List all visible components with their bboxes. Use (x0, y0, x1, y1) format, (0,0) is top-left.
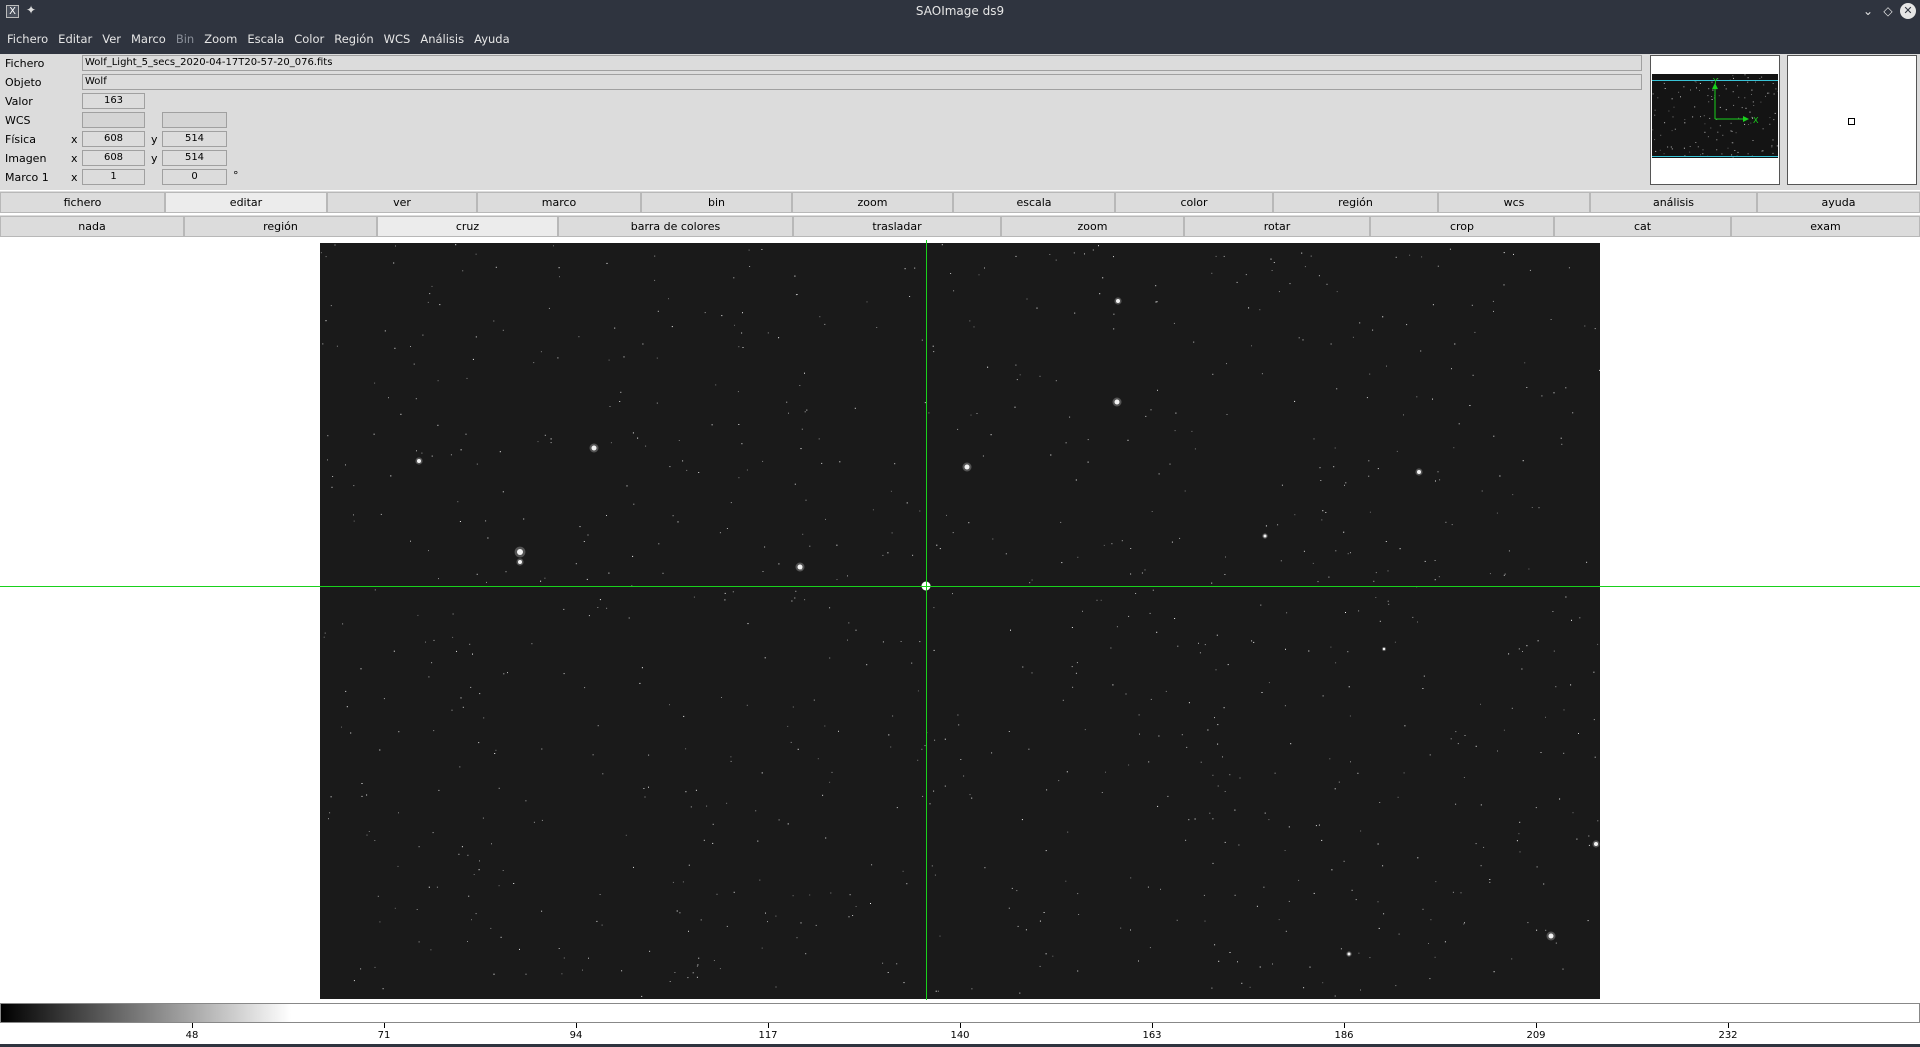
imagen-x-label: x (71, 152, 78, 165)
colorbar-tick-6 (1344, 1023, 1345, 1028)
fichero-field: Wolf_Light_5_secs_2020-04-17T20-57-20_07… (82, 55, 1642, 71)
btnrow2-button-5[interactable]: zoom (1001, 216, 1184, 237)
colorbar-tick-label-0: 48 (185, 1030, 199, 1041)
colorbar-tick-7 (1536, 1023, 1537, 1028)
marco-x-field: 1 (82, 169, 145, 185)
minimize-icon[interactable]: ⌄ (1860, 3, 1876, 19)
wcs-field-1 (82, 112, 145, 128)
close-icon[interactable]: ✕ (1900, 3, 1916, 19)
colorbar-tick-5 (1152, 1023, 1153, 1028)
magnifier (1787, 55, 1917, 185)
colorbar-tick-label-4: 140 (950, 1030, 970, 1041)
wcs-label: WCS (5, 114, 31, 127)
fisica-x-field: 608 (82, 131, 145, 147)
menu-item-8[interactable]: Región (329, 32, 378, 46)
btnrow1-button-9[interactable]: wcs (1438, 192, 1590, 213)
btnrow1-button-0[interactable]: fichero (0, 192, 165, 213)
menu-item-0[interactable]: Fichero (2, 32, 53, 46)
imagen-y-label: y (151, 152, 158, 165)
btnrow1-button-1[interactable]: editar (165, 192, 327, 213)
btnrow2-button-0[interactable]: nada (0, 216, 184, 237)
star-field (320, 244, 1600, 997)
panner-compass: Y X (1712, 77, 1759, 125)
btnrow1-button-10[interactable]: análisis (1590, 192, 1757, 213)
imagen-label: Imagen (5, 152, 47, 165)
marco-label: Marco 1 (5, 171, 49, 184)
window-title: SAOImage ds9 (915, 4, 1005, 18)
colorbar-tick-label-5: 163 (1142, 1030, 1162, 1041)
menu-item-4: Bin (175, 32, 195, 46)
colorbar-tick-3 (768, 1023, 769, 1028)
panner[interactable]: Y X (1650, 55, 1780, 185)
btnrow1-button-6[interactable]: escala (953, 192, 1115, 213)
panner-y-label: Y (1712, 77, 1718, 86)
menu-item-9[interactable]: WCS (379, 32, 416, 46)
wcs-field-2 (162, 112, 227, 128)
buttonbar-sub: nada región cruz barra de colores trasladar z… (0, 215, 1920, 237)
panner-x-label: X (1753, 116, 1759, 125)
title-bar: X ✦ SAOImage ds9 ⌄ ◇ ✕ (0, 0, 1920, 24)
btnrow1-button-8[interactable]: región (1273, 192, 1438, 213)
colorbar-tick-label-1: 71 (377, 1030, 391, 1041)
btnrow1-button-3[interactable]: marco (477, 192, 641, 213)
maximize-icon[interactable]: ◇ (1880, 3, 1896, 19)
colorbar-tick-label-6: 186 (1334, 1030, 1354, 1041)
magnifier-cursor-box (1848, 118, 1855, 125)
fits-image[interactable] (320, 243, 1600, 999)
colorbar-tick-1 (384, 1023, 385, 1028)
fisica-x-label: x (71, 133, 78, 146)
menu-item-11[interactable]: Ayuda (469, 32, 515, 46)
menu-bar: Fichero Editar Ver Marco Bin Zoom Escala Color R… (0, 24, 1920, 54)
btnrow2-button-6[interactable]: rotar (1184, 216, 1370, 237)
colorbar-tick-0 (192, 1023, 193, 1028)
menu-item-2[interactable]: Ver (97, 32, 126, 46)
fichero-label: Fichero (5, 57, 45, 70)
colorbar-tick-label-7: 209 (1526, 1030, 1546, 1041)
objeto-field: Wolf (82, 74, 1642, 90)
btnrow2-button-1[interactable]: región (184, 216, 377, 237)
btnrow2-button-9[interactable]: exam (1731, 216, 1920, 237)
btnrow1-button-5[interactable]: zoom (792, 192, 953, 213)
marco-x-label: x (71, 171, 78, 184)
fisica-label: Física (5, 133, 36, 146)
colorbar-tick-2 (576, 1023, 577, 1028)
btnrow2-button-4[interactable]: trasladar (793, 216, 1001, 237)
btnrow2-button-8[interactable]: cat (1554, 216, 1731, 237)
btnrow2-button-2[interactable]: cruz (377, 216, 558, 237)
fisica-y-label: y (151, 133, 158, 146)
crosshair-vertical[interactable] (926, 240, 927, 1000)
imagen-y-field: 514 (162, 150, 227, 166)
valor-field: 163 (82, 93, 145, 109)
colorbar-tick-label-2: 94 (569, 1030, 583, 1041)
colorbar-tick-label-8: 232 (1718, 1030, 1738, 1041)
marco-angle-field: 0 (162, 169, 227, 185)
image-display[interactable] (0, 240, 1920, 1001)
btnrow1-button-7[interactable]: color (1115, 192, 1273, 213)
btnrow1-button-2[interactable]: ver (327, 192, 477, 213)
btnrow1-button-11[interactable]: ayuda (1757, 192, 1920, 213)
menu-item-1[interactable]: Editar (53, 32, 97, 46)
menu-item-10[interactable]: Análisis (415, 32, 469, 46)
btnrow2-button-3[interactable]: barra de colores (558, 216, 793, 237)
info-panel: Fichero Wolf_Light_5_secs_2020-04-17T20-… (0, 54, 1920, 190)
menu-item-7[interactable]: Color (289, 32, 329, 46)
colorbar-tick-label-3: 117 (758, 1030, 778, 1041)
imagen-x-field: 608 (82, 150, 145, 166)
btnrow1-button-4[interactable]: bin (641, 192, 792, 213)
colorbar[interactable] (0, 1003, 1920, 1023)
colorbar-tick-8 (1728, 1023, 1729, 1028)
colorbar-tick-4 (960, 1023, 961, 1028)
buttonbar-main: fichero editar ver marco bin zoom escala color r… (0, 191, 1920, 213)
menu-item-6[interactable]: Escala (242, 32, 289, 46)
btnrow2-button-7[interactable]: crop (1370, 216, 1554, 237)
crosshair-horizontal[interactable] (0, 586, 1920, 587)
objeto-label: Objeto (5, 76, 42, 89)
degree-symbol: ° (233, 169, 239, 182)
valor-label: Valor (5, 95, 33, 108)
fisica-y-field: 514 (162, 131, 227, 147)
menu-item-3[interactable]: Marco (126, 32, 171, 46)
menu-item-5[interactable]: Zoom (199, 32, 242, 46)
